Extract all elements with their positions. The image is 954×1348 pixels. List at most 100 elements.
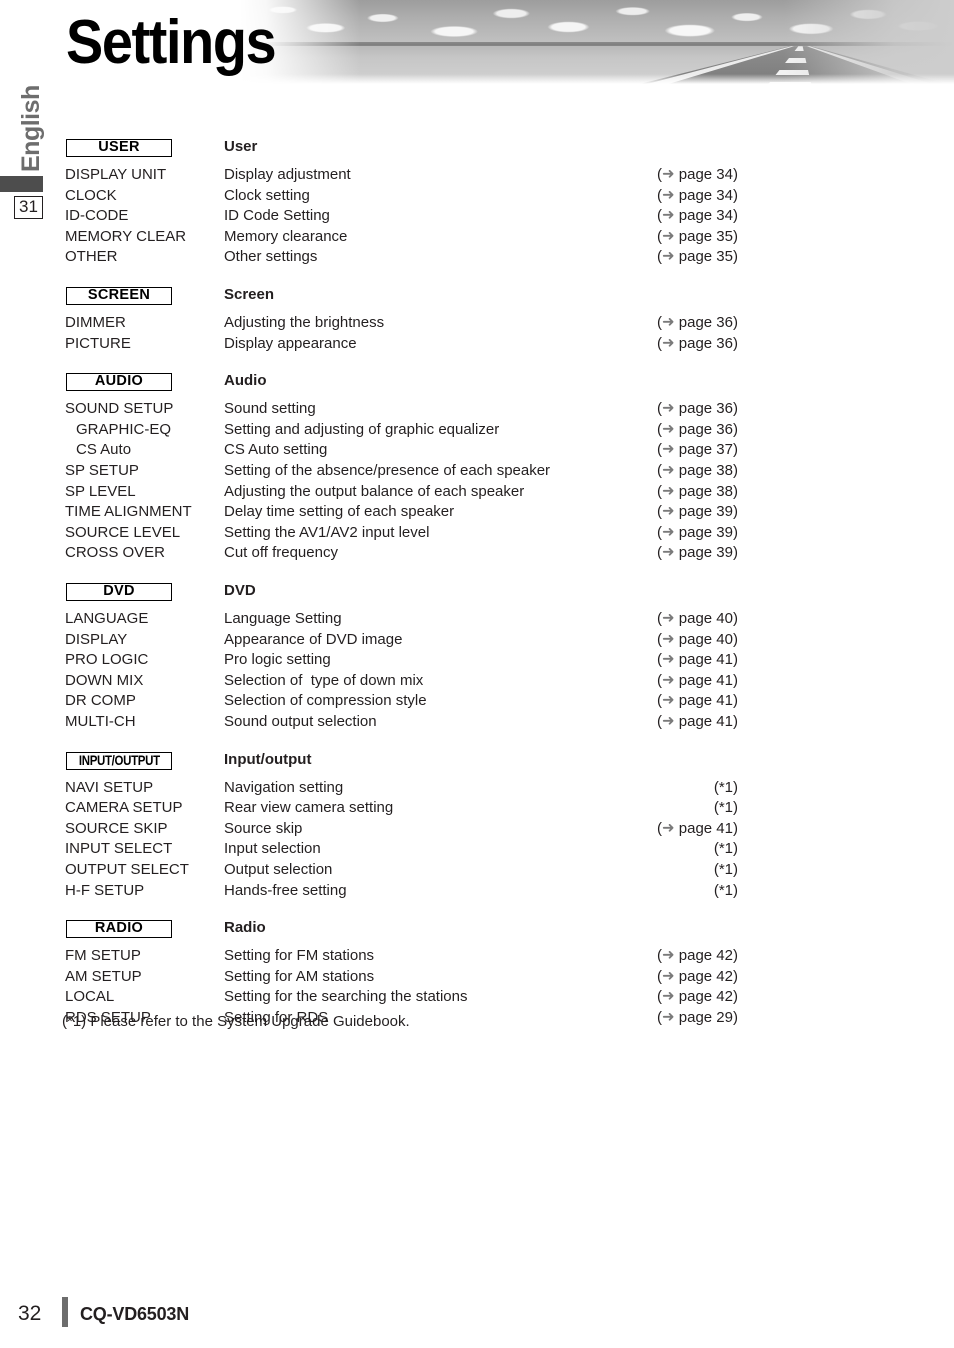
setting-item-description: Input selection	[224, 840, 321, 858]
page-reference-label: page 38	[678, 482, 733, 500]
page-reference-label: page 42	[678, 988, 733, 1006]
settings-row: CAMERA SETUP Rear view camera setting (*1)	[0, 798, 954, 819]
page-reference-label: page 35	[678, 248, 733, 266]
settings-row: DOWN MIX Selection of type of down mix (➜ …	[0, 671, 954, 692]
page-reference-label: page 41	[678, 692, 733, 710]
settings-row: H-F SETUP Hands-free setting (*1)	[0, 881, 954, 902]
right-arrow-icon: ➜	[662, 227, 675, 245]
setting-item-name: MULTI-CH	[65, 712, 136, 730]
page-reference: (*1)	[713, 840, 738, 858]
settings-section: AUDIO Audio SOUND SETUP Sound setting (➜ pag…	[0, 372, 954, 564]
right-arrow-icon: ➜	[662, 334, 675, 352]
setting-item-description: Pro logic setting	[224, 651, 331, 669]
settings-row: AM SETUP Setting for AM stations (➜ page 4…	[0, 967, 954, 988]
page-reference: (➜ page 39)	[657, 502, 738, 521]
setting-item-description: Hands-free setting	[224, 881, 347, 899]
settings-row: PRO LOGIC Pro logic setting (➜ page 41)	[0, 650, 954, 671]
settings-row: SP LEVEL Adjusting the output balance of …	[0, 482, 954, 503]
setting-item-description: Setting for AM stations	[224, 967, 375, 985]
setting-item-description: Cut off frequency	[224, 544, 338, 562]
setting-item-description: Display appearance	[224, 334, 357, 352]
photo-fade-right	[784, 0, 954, 84]
page-reference-label: page 39	[678, 523, 733, 541]
settings-row: TIME ALIGNMENT Delay time setting of each…	[0, 502, 954, 523]
setting-item-description: Setting for FM stations	[224, 947, 375, 965]
settings-row: LOCAL Setting for the searching the stati…	[0, 987, 954, 1008]
page-reference: (➜ page 37)	[657, 440, 738, 459]
section-title: Radio	[224, 919, 266, 937]
setting-item-description: Adjusting the output balance of each spe…	[224, 482, 525, 500]
setting-item-description: Source skip	[224, 819, 303, 837]
page-reference: (➜ page 39)	[657, 523, 738, 541]
section-title: Screen	[224, 286, 275, 303]
section-title: DVD	[224, 582, 256, 599]
settings-row: LANGUAGE Language Setting (➜ page 40)	[0, 609, 954, 630]
page-reference: (*1)	[713, 778, 738, 796]
right-arrow-icon: ➜	[662, 206, 675, 224]
setting-item-name: AM SETUP	[65, 967, 142, 985]
right-arrow-icon: ➜	[662, 819, 675, 837]
page-reference: (*1)	[713, 799, 738, 817]
section-badge: DVD	[66, 583, 172, 601]
setting-item-description: Adjusting the brightness	[224, 314, 385, 331]
setting-item-name: LANGUAGE	[65, 610, 149, 627]
section-badge: RADIO	[66, 920, 172, 939]
setting-item-description: Setting for the searching the stations	[224, 988, 468, 1006]
setting-item-name: H-F SETUP	[65, 881, 145, 899]
page-reference-label: page 42	[678, 947, 733, 965]
setting-item-name: INPUT SELECT	[65, 840, 173, 858]
settings-row: OTHER Other settings (➜ page 35)	[0, 247, 954, 268]
setting-item-name: FM SETUP	[65, 947, 141, 965]
right-arrow-icon: ➜	[662, 313, 675, 331]
right-arrow-icon: ➜	[662, 691, 675, 709]
page-reference: (➜ page 41)	[657, 671, 738, 689]
setting-item-name: CAMERA SETUP	[65, 799, 183, 817]
page-reference: (*1)	[713, 860, 738, 878]
section-title: User	[224, 138, 258, 155]
setting-item-name: DISPLAY	[65, 630, 128, 648]
desert-highway-photo	[240, 0, 954, 84]
page-reference: (➜ page 38)	[657, 482, 738, 500]
page-reference: (➜ page 34)	[657, 186, 738, 204]
setting-item-name: OTHER	[65, 248, 118, 266]
right-arrow-icon: ➜	[662, 609, 675, 627]
setting-item-name: SOURCE SKIP	[65, 819, 168, 837]
right-arrow-icon: ➜	[662, 543, 675, 561]
setting-item-description: Other settings	[224, 248, 318, 266]
right-arrow-icon: ➜	[662, 946, 675, 964]
settings-row: GRAPHIC-EQ Setting and adjusting of graph…	[0, 420, 954, 441]
section-title: Audio	[224, 372, 267, 390]
setting-item-name: PRO LOGIC	[65, 651, 149, 669]
settings-row: SOURCE LEVEL Setting the AV1/AV2 input le…	[0, 523, 954, 544]
setting-item-name: MEMORY CLEAR	[65, 227, 187, 245]
right-arrow-icon: ➜	[662, 630, 675, 648]
setting-item-name: SP LEVEL	[65, 482, 136, 500]
settings-row: DIMMER Adjusting the brightness (➜ page 36…	[0, 313, 954, 334]
right-arrow-icon: ➜	[662, 420, 675, 438]
page-reference-label: page 41	[678, 671, 733, 689]
page-reference: (➜ page 41)	[657, 650, 738, 669]
setting-item-description: Language Setting	[224, 610, 342, 627]
page-reference: (➜ page 36)	[657, 334, 738, 352]
setting-item-name: CLOCK	[65, 186, 117, 204]
setting-item-description: Clock setting	[224, 186, 310, 204]
page-reference-label: page 42	[678, 967, 733, 985]
right-arrow-icon: ➜	[662, 967, 675, 985]
setting-item-description: Navigation setting	[224, 778, 344, 796]
footnote: (*1) Please refer to the System Upgrade …	[62, 1013, 410, 1030]
settings-row: MEMORY CLEAR Memory clearance (➜ page 35)	[0, 227, 954, 248]
settings-row: DISPLAY UNIT Display adjustment (➜ page 34…	[0, 165, 954, 186]
section-badge-text: INPUT/OUTPUT	[78, 751, 160, 768]
setting-item-name: LOCAL	[65, 988, 115, 1006]
setting-item-name: DISPLAY UNIT	[65, 166, 167, 183]
setting-item-name: ID-CODE	[65, 207, 129, 225]
page-reference: (➜ page 39)	[657, 543, 738, 562]
page-reference: (*1)	[713, 881, 738, 899]
footer-divider	[62, 1297, 68, 1327]
settings-section: DVD DVD LANGUAGE Language Setting (➜ page 40…	[0, 582, 954, 733]
page-reference: (➜ page 41)	[657, 712, 738, 730]
settings-row: CLOCK Clock setting (➜ page 34)	[0, 186, 954, 207]
right-arrow-icon: ➜	[662, 461, 675, 479]
setting-item-description: CS Auto setting	[224, 441, 328, 459]
page-reference: (➜ page 36)	[657, 313, 738, 332]
